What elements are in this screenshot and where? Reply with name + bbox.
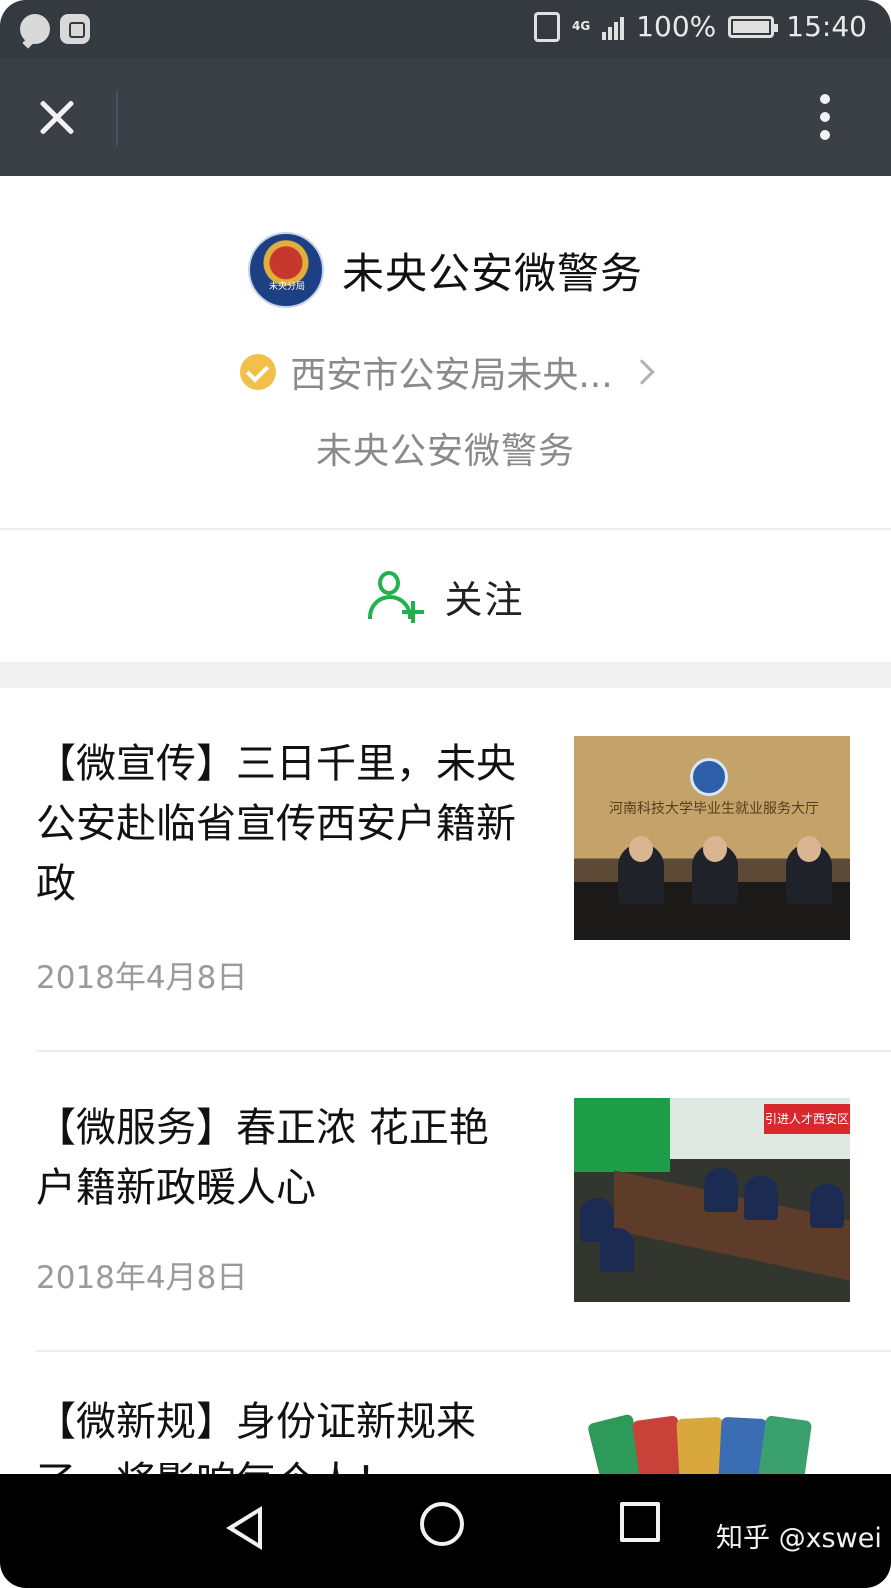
emblem-icon: [690, 758, 728, 796]
vibrate-icon: [534, 11, 561, 42]
home-icon[interactable]: [420, 1502, 464, 1546]
shield-app-icon: [60, 14, 90, 44]
article-thumbnail: [574, 1398, 850, 1474]
name-row: 未央分局 未央公安微警务: [0, 232, 891, 308]
account-profile: 未央分局 未央公安微警务 西安市公安局未央... 未央公安微警务: [0, 176, 891, 528]
thumb-caption: 引进人才西安区: [764, 1104, 850, 1134]
recent-apps-icon[interactable]: [620, 1502, 660, 1542]
status-left: [20, 14, 90, 44]
add-user-icon: [366, 569, 425, 623]
status-right: 4G 100% 15:40: [534, 10, 867, 43]
battery-fill: [733, 20, 770, 33]
avatar-text: 未央分局: [268, 282, 305, 292]
verified-org-link[interactable]: 西安市公安局未央...: [0, 346, 891, 398]
title-divider: [116, 90, 118, 146]
article-date: 2018年4月8日: [36, 1260, 248, 1296]
article-thumbnail: 河南科技大学毕业生就业服务大厅: [574, 736, 850, 940]
title-bar: [0, 58, 891, 176]
account-name: 未央公安微警务: [341, 248, 643, 298]
article-date: 2018年4月8日: [36, 960, 248, 996]
navigation-bar: 知乎 @xswei: [0, 1474, 891, 1588]
verified-check-icon: [240, 354, 277, 390]
close-icon[interactable]: [32, 92, 82, 142]
chevron-right-icon: [628, 359, 655, 385]
avatar[interactable]: 未央分局: [247, 232, 324, 308]
status-bar: 4G 100% 15:40: [0, 0, 891, 58]
follow-button[interactable]: 关注: [0, 528, 891, 662]
account-description: 未央公安微警务: [315, 431, 575, 472]
article-title: 【微服务】春正浓 花正艳 户籍新政暖人心: [36, 1105, 489, 1211]
network-type: 4G: [572, 19, 591, 33]
watermark: 知乎 @xswei: [716, 1523, 882, 1554]
article-thumbnail: 引进人才西安区: [574, 1098, 850, 1302]
section-gap: [0, 662, 891, 688]
article-item[interactable]: 【微新规】身份证新规来了，将影响每个人！: [0, 1352, 891, 1474]
article-item[interactable]: 【微宣传】三日千里，未央公安赴临省宣传西安户籍新政 2018年4月8日 河南科技…: [0, 688, 891, 1048]
clock: 15:40: [786, 10, 867, 43]
verified-org-name: 西安市公安局未央...: [290, 355, 613, 396]
more-vertical-icon[interactable]: [815, 94, 835, 144]
phone-screen: 4G 100% 15:40 未央分局 未央公安微警务 西安市公安局未央... 未…: [0, 0, 891, 1588]
battery-icon: [728, 15, 779, 38]
follow-label: 关注: [444, 577, 525, 622]
thumb-caption: 河南科技大学毕业生就业服务大厅: [609, 801, 819, 817]
article-item[interactable]: 【微服务】春正浓 花正艳 户籍新政暖人心 2018年4月8日 引进人才西安区: [0, 1052, 891, 1350]
chat-bubble-icon: [20, 14, 50, 44]
article-title: 【微宣传】三日千里，未央公安赴临省宣传西安户籍新政: [36, 741, 516, 907]
article-title: 【微新规】身份证新规来了，将影响每个人！: [36, 1399, 476, 1474]
signal-icon: [602, 14, 625, 40]
battery-percent: 100%: [636, 10, 717, 43]
back-icon[interactable]: [226, 1506, 262, 1550]
